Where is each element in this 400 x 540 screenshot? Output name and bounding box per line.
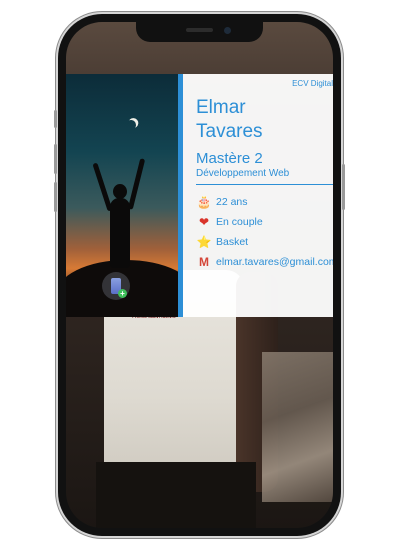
person-head [113,184,127,199]
plus-icon: + [118,289,127,298]
field-label: Développement Web [196,168,290,179]
heart-icon: ❤ [198,215,210,229]
volume-up-button [54,144,57,174]
fact-age: 🎂 22 ans [196,192,333,212]
profile-card: + ECV Digital Elmar Tavares Mastère 2 Dé… [66,74,333,317]
volume-down-button [54,182,57,212]
phone-add-icon: + [111,278,127,298]
mail-icon: M [199,255,209,269]
fact-relationship: ❤ En couple [196,212,333,232]
first-name: Elmar [196,97,246,118]
profile-photo: + [66,74,178,317]
phone-screen: PRESS SAINT-DENIS + ECV Digital [66,22,333,528]
add-device-button[interactable]: + [102,272,130,300]
background-room [262,352,333,502]
fact-label: En couple [216,216,263,228]
phone-frame: PRESS SAINT-DENIS + ECV Digital [54,14,345,536]
background-pants [96,462,256,528]
fact-email[interactable]: M elmar.tavares@gmail.com [196,252,333,272]
divider [196,184,333,185]
degree-label: Mastère 2 [196,150,263,167]
cake-icon: 🎂 [196,195,212,209]
fact-label: 22 ans [216,196,248,208]
school-label: ECV Digital [292,79,333,88]
moon-icon [124,118,138,132]
fact-label: Basket [216,236,249,248]
facts-list: 🎂 22 ans ❤ En couple ⭐ Basket M elmar.ta… [196,192,333,272]
notch [136,22,263,42]
last-name: Tavares [196,121,263,142]
email-link[interactable]: elmar.tavares@gmail.com [216,256,333,268]
profile-name: Elmar Tavares [196,96,263,144]
front-camera [224,27,231,34]
person-silhouette [110,198,130,268]
power-button [342,164,345,210]
person-arm-right [127,158,146,210]
fact-hobby: ⭐ Basket [196,232,333,252]
speaker-grille [186,28,213,32]
mute-switch [54,110,57,128]
star-icon: ⭐ [196,235,212,249]
profile-info-panel: ECV Digital Elmar Tavares Mastère 2 Déve… [183,74,333,317]
